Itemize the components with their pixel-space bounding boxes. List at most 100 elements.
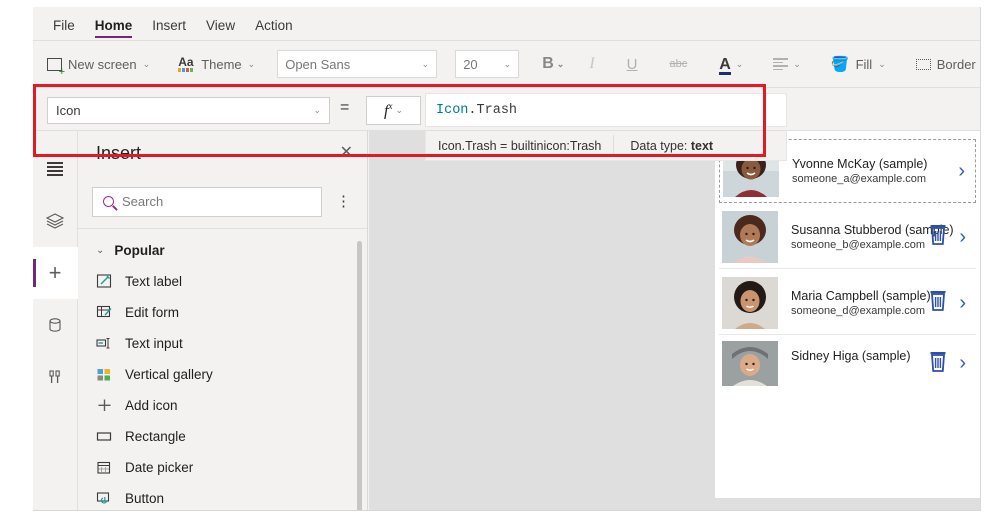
contact-email: someone_d@example.com	[791, 304, 926, 317]
chevron-right-icon[interactable]: ›	[958, 161, 965, 181]
vertical-gallery-icon	[96, 366, 113, 383]
rail-item-insert[interactable]: +	[33, 247, 78, 299]
font-size-value: 20	[463, 56, 478, 72]
insert-item-button[interactable]: Button	[78, 483, 367, 510]
avatar	[722, 276, 778, 329]
insert-group-popular[interactable]: ⌄ Popular	[78, 235, 367, 266]
menu-item-action[interactable]: Action	[245, 18, 303, 40]
insert-item-label: Button	[125, 491, 165, 506]
more-options-icon[interactable]: ⋮	[330, 194, 357, 209]
formula-input[interactable]: Icon. Trash	[425, 93, 787, 127]
contact-name: Susanna Stubberod (sample)	[791, 222, 954, 237]
rail-item-tools[interactable]	[33, 351, 78, 403]
font-size-select[interactable]: 20 ⌄	[455, 50, 520, 78]
contact-name: Yvonne McKay (sample)	[792, 157, 928, 171]
font-name-select[interactable]: Open Sans ⌄	[277, 50, 438, 78]
insert-item-add-icon[interactable]: Add icon	[78, 390, 367, 421]
fill-button[interactable]: 🪣 Fill ⌄	[825, 51, 892, 77]
insert-item-rectangle[interactable]: Rectangle	[78, 421, 367, 452]
menu-item-file[interactable]: File	[43, 18, 85, 40]
new-screen-label: New screen	[68, 56, 137, 72]
insert-item-edit-form[interactable]: Edit form	[78, 297, 367, 328]
theme-label: Theme	[201, 56, 242, 72]
search-input[interactable]: Search	[92, 186, 322, 217]
layers-icon	[45, 213, 65, 229]
plus-icon: +	[48, 260, 62, 285]
rail-item-tree-view[interactable]	[33, 143, 78, 195]
ribbon-group-theme: Aa Theme ⌄	[164, 41, 269, 87]
search-placeholder: Search	[122, 194, 164, 209]
underline-button[interactable]: U	[613, 53, 652, 76]
menu-item-home[interactable]: Home	[85, 18, 143, 40]
strikethrough-button[interactable]: abc	[655, 55, 701, 73]
theme-icon: Aa	[178, 55, 195, 73]
property-select[interactable]: Icon ⌄	[47, 97, 330, 124]
edit-form-icon	[96, 304, 113, 321]
bold-label: B	[542, 55, 554, 72]
formula-token-object: Icon	[436, 102, 469, 118]
contact-email: someone_a@example.com	[792, 173, 927, 185]
rail-item-data-layers[interactable]	[33, 195, 78, 247]
chevron-down-icon: ⌄	[421, 58, 430, 69]
gallery-row[interactable]: Maria Campbell (sample) someone_d@exampl…	[719, 271, 976, 335]
chevron-down-icon: ⌄	[793, 58, 801, 69]
insert-panel-scrollbar[interactable]	[357, 241, 362, 510]
close-icon[interactable]: ✕	[340, 145, 353, 161]
chevron-down-icon: ⌄	[878, 58, 886, 69]
fx-button[interactable]: fx ⌄	[366, 96, 421, 125]
new-screen-icon	[47, 57, 65, 78]
font-name-value: Open Sans	[285, 56, 351, 72]
insert-panel-header: Insert ✕	[78, 131, 367, 175]
insert-item-label: Add icon	[125, 398, 178, 413]
insert-item-vertical-gallery[interactable]: Vertical gallery	[78, 359, 367, 390]
delete-icon[interactable]	[927, 288, 949, 317]
align-left-icon	[773, 58, 789, 70]
left-icon-rail: +	[33, 131, 78, 510]
insert-item-text-input[interactable]: Text input	[78, 328, 367, 359]
insert-item-label: Text label	[125, 274, 183, 289]
contact-email: someone_b@example.com	[791, 238, 926, 251]
avatar	[722, 340, 778, 386]
border-label: Border	[936, 56, 976, 72]
bold-button[interactable]: B ⌄	[535, 52, 571, 76]
text-input-icon	[96, 335, 113, 352]
database-icon	[49, 318, 61, 332]
chevron-right-icon[interactable]: ›	[959, 353, 966, 373]
new-screen-button[interactable]: New screen ⌄	[41, 53, 156, 78]
align-button[interactable]: ⌄	[757, 55, 811, 73]
italic-label: I	[589, 55, 595, 72]
tree-view-icon	[47, 161, 63, 177]
fill-label: Fill	[855, 56, 873, 72]
avatar	[722, 210, 778, 263]
insert-search-row: Search ⋮	[78, 175, 367, 229]
font-color-button[interactable]: A ⌄	[705, 55, 753, 75]
ribbon-toolbar: New screen ⌄ Aa Theme ⌄ Open Sans ⌄	[33, 41, 980, 88]
gallery-row[interactable]: Sidney Higa (sample) someone_c@example.c…	[719, 337, 976, 389]
italic-button[interactable]: I	[575, 52, 608, 76]
text-label-icon	[96, 273, 113, 290]
gallery-row[interactable]: Susanna Stubberod (sample) someone_b@exa…	[719, 205, 976, 269]
border-button[interactable]: Border ⌄	[910, 53, 980, 76]
insert-group-label: Popular	[114, 243, 165, 258]
avatar-photo	[722, 276, 778, 329]
delete-icon[interactable]	[927, 349, 949, 378]
chevron-down-icon: ⌄	[142, 58, 151, 69]
avatar-photo	[722, 210, 778, 263]
menu-item-view[interactable]: View	[196, 18, 245, 40]
chevron-right-icon[interactable]: ›	[959, 293, 966, 313]
menu-item-insert[interactable]: Insert	[142, 18, 196, 40]
insert-item-text-label[interactable]: Text label	[78, 266, 367, 297]
contact-name: Maria Campbell (sample)	[791, 288, 931, 303]
date-picker-icon	[96, 459, 113, 476]
delete-icon[interactable]	[927, 222, 949, 251]
gallery-row-text: Maria Campbell (sample) someone_d@exampl…	[791, 288, 931, 317]
insert-panel-title: Insert	[96, 142, 142, 163]
insert-item-date-picker[interactable]: Date picker	[78, 452, 367, 483]
chevron-right-icon[interactable]: ›	[959, 227, 966, 247]
rail-item-data-sources[interactable]	[33, 299, 78, 351]
gallery-row-text: Yvonne McKay (sample) someone_a@example.…	[792, 157, 928, 185]
gallery-row-text: Sidney Higa (sample) someone_c@example.c…	[791, 349, 927, 377]
theme-button[interactable]: Aa Theme ⌄	[172, 52, 261, 77]
chevron-down-icon: ⌄	[313, 105, 321, 115]
ribbon-group-font: Open Sans ⌄ 20 ⌄	[269, 41, 527, 87]
